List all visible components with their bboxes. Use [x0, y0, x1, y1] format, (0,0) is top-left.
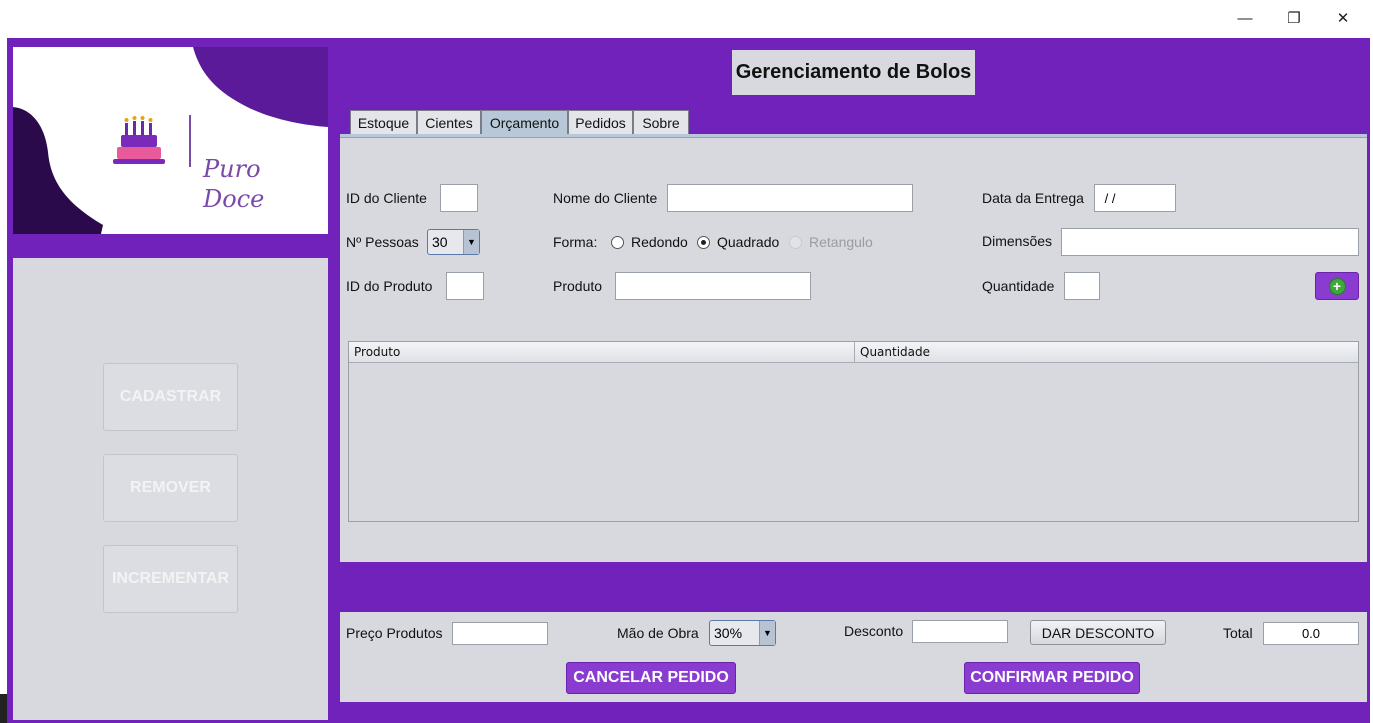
shape-option-retangulo: Retangulo: [809, 234, 873, 250]
people-count-label: Nº Pessoas: [346, 234, 419, 250]
shape-option-quadrado: Quadrado: [717, 234, 780, 250]
shape-radio-quadrado[interactable]: [697, 236, 710, 249]
tab-pedidos[interactable]: Pedidos: [568, 110, 633, 135]
product-field[interactable]: [615, 272, 811, 300]
page-title: Gerenciamento de Bolos: [732, 50, 975, 95]
discount-field[interactable]: [912, 620, 1008, 643]
give-discount-button[interactable]: DAR DESCONTO: [1030, 620, 1166, 645]
confirm-order-button[interactable]: CONFIRMAR PEDIDO: [964, 662, 1140, 694]
close-icon[interactable]: ✕: [1332, 8, 1354, 30]
delivery-date-field[interactable]: / /: [1094, 184, 1176, 212]
discount-label: Desconto: [844, 623, 904, 639]
tab-sobre[interactable]: Sobre: [633, 110, 689, 135]
tab-orcamento[interactable]: Orçamento: [481, 110, 568, 135]
logo-panel: Puro Doce: [13, 47, 328, 234]
products-price-field[interactable]: [452, 622, 548, 645]
dimensions-field[interactable]: [1061, 228, 1359, 256]
delivery-date-label: Data da Entrega: [982, 190, 1084, 206]
plus-circle-icon: +: [1328, 277, 1346, 295]
labor-value: 30%: [714, 625, 743, 641]
client-name-field[interactable]: [667, 184, 913, 212]
shape-radio-retangulo: [789, 236, 802, 249]
add-product-button[interactable]: +: [1315, 272, 1359, 300]
labor-label: Mão de Obra: [617, 625, 699, 641]
total-field[interactable]: 0.0: [1263, 622, 1359, 645]
chevron-down-icon: ▼: [759, 621, 775, 645]
client-name-label: Nome do Cliente: [553, 190, 658, 206]
window-titlebar: — ❐ ✕: [0, 0, 1373, 38]
shape-label: Forma:: [553, 234, 598, 250]
tab-clientes[interactable]: Cientes: [417, 110, 481, 135]
tab-estoque[interactable]: Estoque: [350, 110, 417, 135]
people-count-value: 30: [432, 234, 448, 250]
shape-radio-redondo[interactable]: [611, 236, 624, 249]
products-price-label: Preço Produtos: [346, 625, 443, 641]
window-edge: [0, 694, 7, 723]
remove-button[interactable]: REMOVER: [103, 454, 238, 522]
cake-icon: [113, 116, 165, 164]
maximize-icon[interactable]: ❐: [1283, 8, 1305, 30]
client-id-label: ID do Cliente: [346, 190, 427, 206]
increment-button[interactable]: INCREMENTAR: [103, 545, 238, 613]
column-header-produto[interactable]: Produto: [349, 342, 855, 363]
chevron-down-icon: ▼: [463, 230, 479, 254]
register-button[interactable]: CADASTRAR: [103, 363, 238, 431]
column-header-quantidade[interactable]: Quantidade: [855, 342, 1358, 363]
logo-divider: [189, 115, 191, 167]
products-table[interactable]: Produto Quantidade: [348, 341, 1359, 522]
people-count-select[interactable]: 30 ▼: [427, 229, 480, 255]
logo-text-line1: Puro: [203, 155, 261, 183]
product-id-label: ID do Produto: [346, 278, 433, 294]
shape-option-redondo: Redondo: [631, 234, 688, 250]
quantity-field[interactable]: [1064, 272, 1100, 300]
dimensions-label: Dimensões: [982, 233, 1053, 249]
labor-select[interactable]: 30% ▼: [709, 620, 776, 646]
product-id-field[interactable]: [446, 272, 484, 300]
client-id-field[interactable]: [440, 184, 478, 212]
minimize-icon[interactable]: —: [1234, 8, 1256, 30]
cancel-order-button[interactable]: CANCELAR PEDIDO: [566, 662, 736, 694]
logo-text-line2: Doce: [203, 185, 265, 213]
product-label: Produto: [553, 278, 603, 294]
quantity-label: Quantidade: [982, 278, 1055, 294]
total-label: Total: [1223, 625, 1253, 641]
